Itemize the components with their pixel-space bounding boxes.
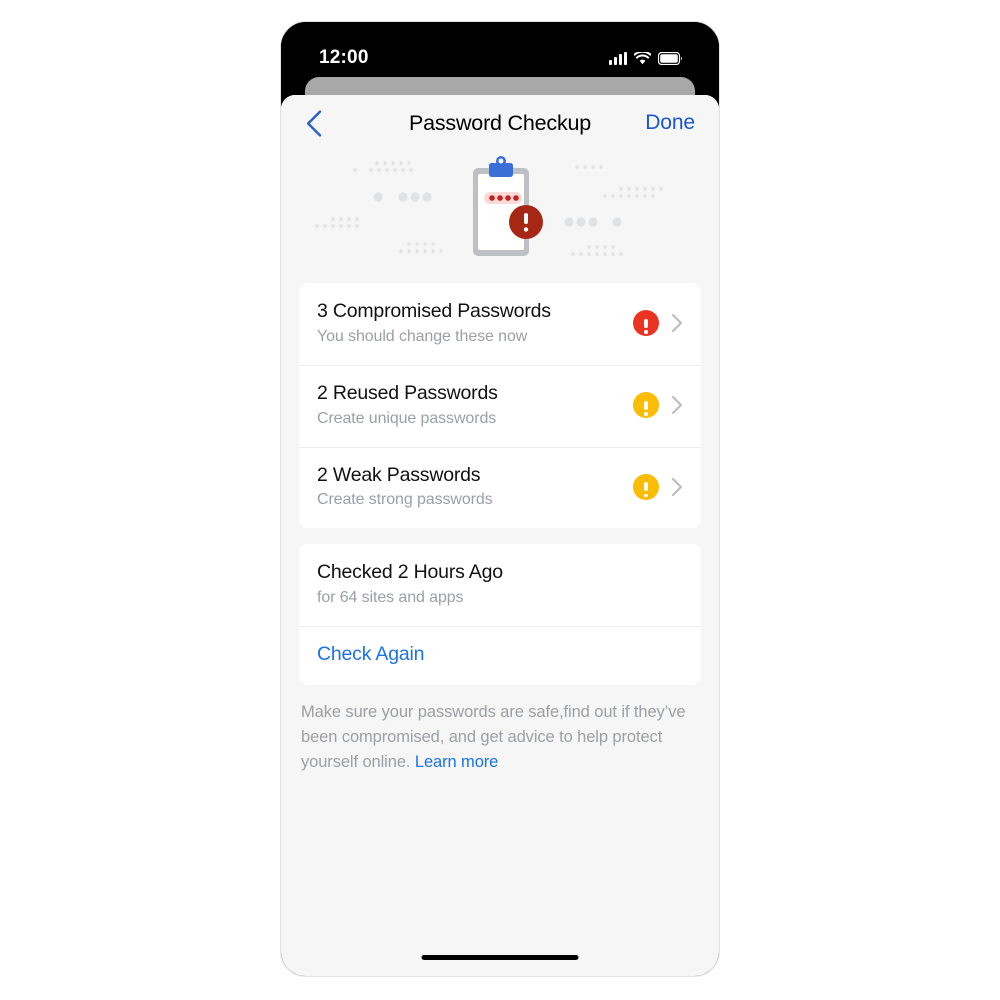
issue-row-accessories bbox=[621, 392, 683, 419]
last-checked-subtitle: for 64 sites and apps bbox=[317, 589, 464, 607]
chevron-left-icon bbox=[306, 109, 322, 137]
wifi-icon bbox=[634, 51, 651, 65]
issue-subtitle: Create unique passwords bbox=[317, 409, 497, 427]
chevron-right-icon bbox=[671, 477, 683, 497]
status-bar-indicators bbox=[609, 51, 683, 65]
issue-subtitle: You should change these now bbox=[317, 327, 528, 345]
issue-title: 3 Compromised Passwords bbox=[317, 300, 551, 322]
issue-title: 2 Reused Passwords bbox=[317, 381, 498, 404]
clipboard-password-alert-illustration bbox=[281, 151, 719, 271]
check-again-label: Check Again bbox=[317, 643, 425, 665]
password-issues-card: 3 Compromised Passwords You should chang… bbox=[299, 283, 701, 529]
issue-text: 2 Weak Passwords Create strong passwords bbox=[317, 463, 621, 512]
check-again-button[interactable]: Check Again bbox=[299, 626, 701, 685]
alert-exclamation-icon bbox=[633, 310, 659, 337]
navigation-bar: Password Checkup Done bbox=[281, 95, 719, 151]
chevron-right-icon bbox=[671, 313, 683, 333]
done-button[interactable]: Done bbox=[645, 111, 695, 135]
phone-device-frame: 12:00 Password Checkup Done 3 Compromise… bbox=[280, 21, 720, 977]
home-indicator[interactable] bbox=[421, 955, 579, 960]
issue-title: 2 Weak Passwords bbox=[317, 463, 481, 486]
learn-more-link[interactable]: Learn more bbox=[415, 753, 498, 771]
issue-row-compromised[interactable]: 3 Compromised Passwords You should chang… bbox=[299, 283, 701, 365]
chevron-right-icon bbox=[671, 395, 683, 415]
issue-row-accessories bbox=[621, 310, 683, 337]
alert-exclamation-icon bbox=[633, 392, 659, 419]
battery-full-icon bbox=[658, 51, 683, 65]
issue-text: 3 Compromised Passwords You should chang… bbox=[317, 299, 621, 348]
alert-exclamation-icon bbox=[633, 473, 659, 500]
last-checked-title: Checked 2 Hours Ago bbox=[317, 561, 503, 584]
check-status-card: Checked 2 Hours Ago for 64 sites and app… bbox=[299, 544, 701, 685]
status-bar-time: 12:00 bbox=[319, 47, 369, 68]
issue-row-weak[interactable]: 2 Weak Passwords Create strong passwords bbox=[299, 446, 701, 529]
footer-description: Make sure your passwords are safe,find o… bbox=[301, 700, 699, 775]
password-checkup-sheet: Password Checkup Done 3 Compromised Pass… bbox=[281, 95, 719, 976]
cellular-signal-icon bbox=[609, 51, 627, 65]
issue-text: 2 Reused Passwords Create unique passwor… bbox=[317, 381, 621, 430]
issue-row-accessories bbox=[621, 473, 683, 500]
issue-row-reused[interactable]: 2 Reused Passwords Create unique passwor… bbox=[299, 364, 701, 447]
screenshot-canvas: 12:00 Password Checkup Done 3 Compromise… bbox=[0, 0, 1000, 1000]
back-button[interactable] bbox=[295, 104, 333, 142]
issue-subtitle: Create strong passwords bbox=[317, 491, 493, 509]
last-checked-row: Checked 2 Hours Ago for 64 sites and app… bbox=[299, 544, 701, 626]
last-checked-text: Checked 2 Hours Ago for 64 sites and app… bbox=[317, 560, 683, 609]
